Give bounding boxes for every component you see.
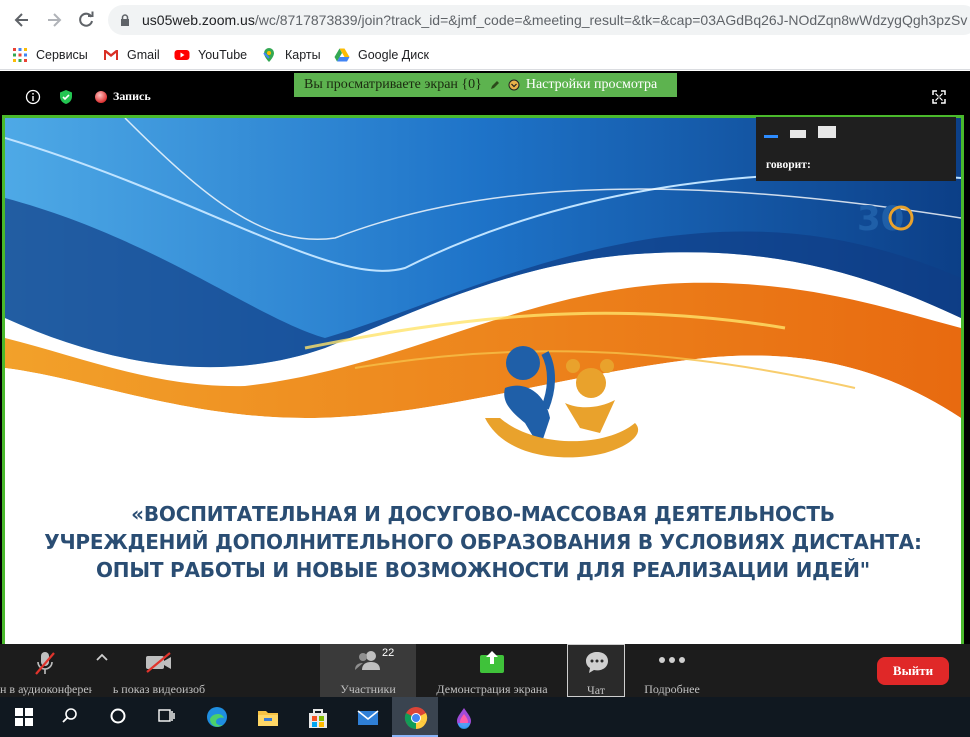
banner-text: Вы просматриваете экран {0}	[304, 77, 482, 92]
search-button[interactable]	[48, 697, 94, 737]
gallery-view-icon[interactable]	[790, 130, 806, 138]
bookmark-label: Сервисы	[36, 48, 88, 62]
start-button[interactable]	[0, 697, 46, 737]
store-app[interactable]	[294, 697, 340, 737]
meeting-top-bar: Запись Вы просматриваете экран {0} Настр…	[0, 71, 970, 113]
paint-app[interactable]	[440, 697, 486, 737]
chat-bubble-icon	[586, 652, 608, 673]
windows-taskbar	[0, 697, 970, 737]
share-screen-icon	[480, 651, 504, 673]
youtube-icon	[174, 50, 190, 60]
maps-icon	[263, 48, 274, 62]
share-screen-label: Демонстрация экрана	[436, 682, 548, 696]
speaker-view-icon[interactable]	[764, 135, 778, 138]
anniversary-badge: 30	[857, 199, 914, 239]
bookmark-maps[interactable]: Карты	[261, 46, 321, 64]
bookmark-label: Google Диск	[358, 48, 429, 62]
participants-icon	[355, 651, 380, 670]
store-bag-icon	[309, 709, 327, 728]
audio-button[interactable]: н в аудиоконференц	[0, 644, 92, 697]
record-dot-icon	[95, 90, 107, 103]
badge-number: 30	[857, 199, 904, 239]
chat-button[interactable]: Чат	[567, 644, 625, 697]
view-options-button[interactable]: Настройки просмотра	[526, 77, 657, 93]
slide-title-line: «ВОСПИТАТЕЛЬНАЯ И ДОСУГОВО-МАССОВАЯ ДЕЯТ…	[131, 502, 835, 526]
audio-label: н в аудиоконференц	[0, 682, 92, 696]
more-button[interactable]: Подробнее	[640, 644, 704, 697]
file-explorer-app[interactable]	[244, 697, 290, 737]
zoom-meeting: Запись Вы просматриваете экран {0} Настр…	[0, 71, 970, 697]
shield-check-icon[interactable]	[58, 89, 74, 105]
participants-label: Участники	[340, 682, 396, 696]
recording-label: Запись	[113, 89, 151, 103]
apps-grid-icon	[13, 48, 27, 62]
bookmark-label: Карты	[285, 48, 321, 62]
reload-icon[interactable]	[76, 10, 96, 30]
mail-icon	[357, 710, 379, 725]
video-off-icon	[146, 652, 171, 673]
fullscreen-icon[interactable]	[932, 90, 946, 104]
recording-indicator[interactable]: Запись	[95, 89, 151, 104]
paint-drop-icon	[457, 708, 471, 729]
edge-icon	[207, 707, 227, 727]
browser-toolbar: us05web.zoom.us/wc/8717873839/join?track…	[0, 0, 970, 40]
more-label: Подробнее	[644, 682, 700, 696]
edge-app[interactable]	[194, 697, 240, 737]
cortana-button[interactable]	[96, 697, 142, 737]
shared-screen: 30 «ВОСПИТАТЕЛЬНАЯ И ДОСУГОВО-МАССОВАЯ Д…	[2, 115, 964, 647]
lock-icon	[121, 14, 129, 26]
search-icon	[62, 708, 77, 723]
leave-meeting-button[interactable]: Выйти	[877, 657, 949, 685]
drive-icon	[334, 48, 350, 62]
forward-arrow-icon[interactable]	[44, 10, 64, 30]
share-screen-button[interactable]: Демонстрация экрана	[430, 644, 554, 697]
options-dropdown-icon[interactable]	[508, 79, 520, 91]
bookmark-label: Gmail	[127, 48, 160, 62]
pencil-icon[interactable]	[488, 78, 502, 92]
slide-title: «ВОСПИТАТЕЛЬНАЯ И ДОСУГОВО-МАССОВАЯ ДЕЯТ…	[5, 500, 961, 584]
url-text: us05web.zoom.us/wc/8717873839/join?track…	[142, 12, 967, 28]
back-arrow-icon[interactable]	[12, 10, 32, 30]
minimize-view-icon[interactable]	[818, 126, 836, 138]
active-speaker-panel[interactable]: говорит:	[756, 117, 956, 181]
video-button[interactable]: ь показ видеоизоб	[112, 644, 206, 697]
muted-mic-icon	[35, 652, 55, 675]
cortana-circle-icon	[110, 708, 126, 724]
slide-title-line: ОПЫТ РАБОТЫ И НОВЫЕ ВОЗМОЖНОСТИ ДЛЯ РЕАЛ…	[95, 558, 870, 582]
viewing-screen-banner: Вы просматриваете экран {0} Настройки пр…	[294, 73, 677, 97]
bookmarks-bar: Сервисы Gmail YouTube Карты Google Диск	[0, 40, 970, 70]
windows-logo-icon	[15, 708, 33, 726]
bookmark-youtube[interactable]: YouTube	[174, 46, 247, 64]
url-path: /wc/8717873839/join?track_id=&jmf_code=&…	[254, 12, 968, 28]
bookmark-drive[interactable]: Google Диск	[334, 46, 429, 64]
chrome-icon	[404, 707, 428, 729]
gmail-icon	[104, 50, 118, 60]
bookmark-gmail[interactable]: Gmail	[103, 46, 160, 64]
chrome-app[interactable]	[392, 697, 438, 737]
slide-title-line: УЧРЕЖДЕНИЙ ДОПОЛНИТЕЛЬНОГО ОБРАЗОВАНИЯ В…	[44, 530, 922, 554]
chevron-up-icon[interactable]	[95, 652, 109, 662]
folder-icon	[258, 711, 278, 726]
bookmark-services[interactable]: Сервисы	[12, 46, 88, 64]
chat-label: Чат	[586, 683, 606, 697]
more-dots-icon	[659, 657, 685, 663]
participants-count: 22	[382, 647, 395, 659]
address-bar[interactable]: us05web.zoom.us/wc/8717873839/join?track…	[108, 5, 970, 35]
mail-app[interactable]	[344, 697, 390, 737]
video-label: ь показ видеоизоб	[112, 682, 206, 696]
url-host: us05web.zoom.us	[142, 12, 255, 28]
participants-button[interactable]: 22 Участники	[320, 644, 416, 697]
info-icon[interactable]	[25, 89, 41, 105]
task-view-icon	[158, 709, 175, 722]
task-view-button[interactable]	[144, 697, 190, 737]
speaker-label: говорит:	[766, 159, 811, 171]
bookmark-label: YouTube	[198, 48, 248, 62]
meeting-toolbar: н в аудиоконференц ь показ видеоизоб 22 …	[0, 644, 970, 697]
